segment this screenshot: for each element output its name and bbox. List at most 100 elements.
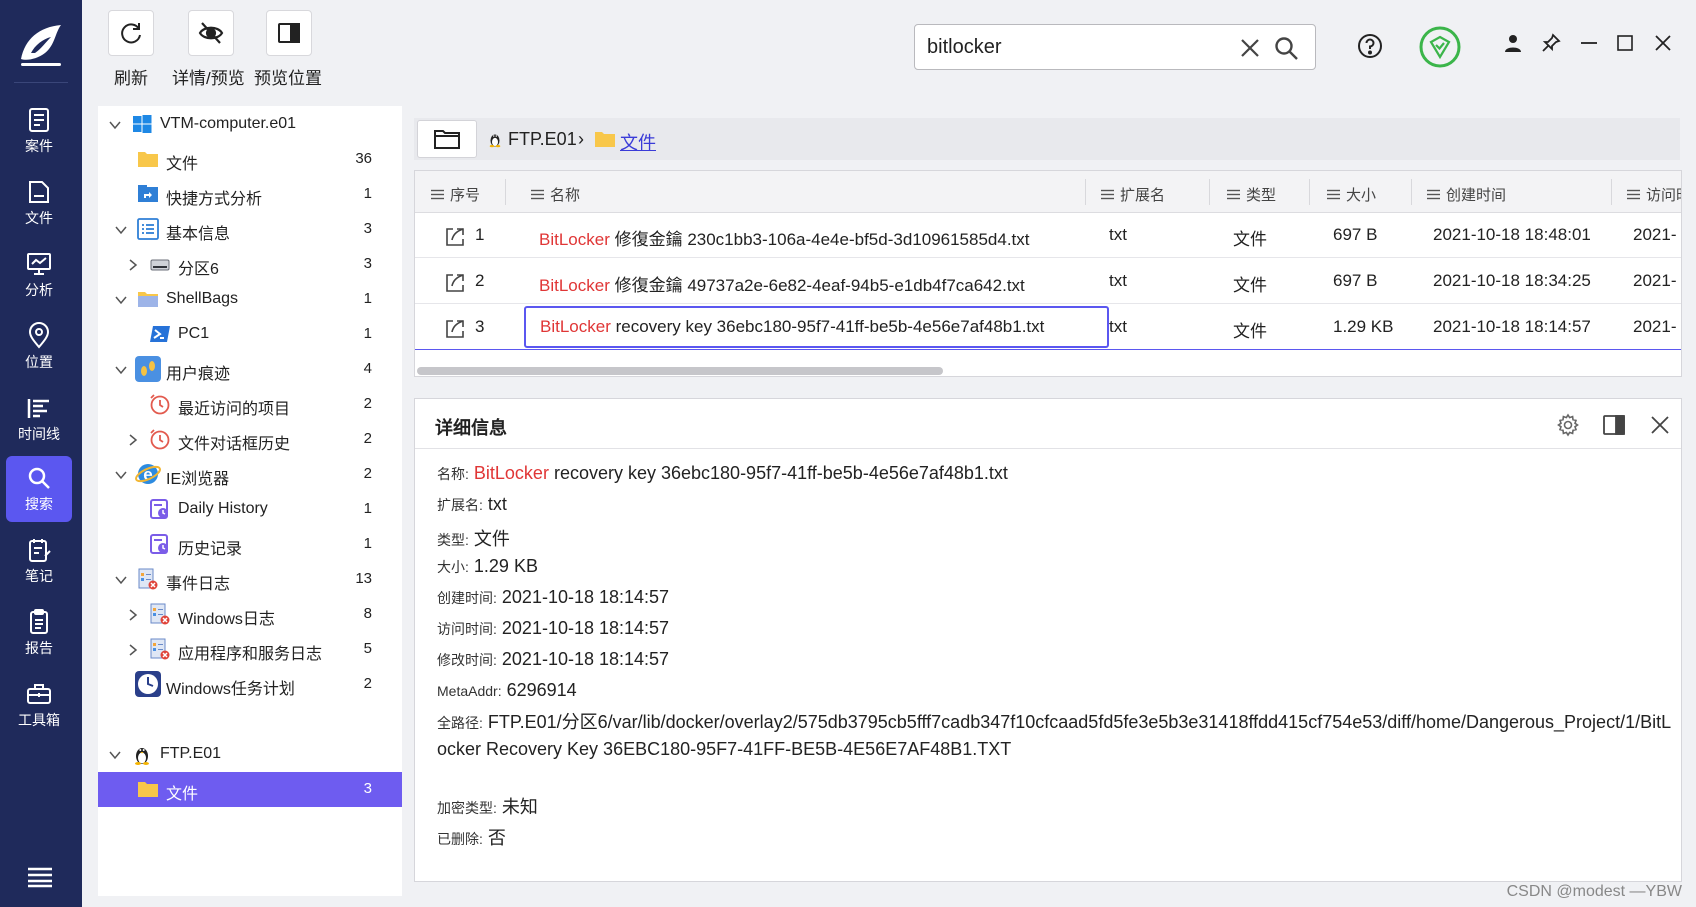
nav-report[interactable]: 报告 — [6, 600, 72, 666]
detail-value: 6296914 — [506, 680, 577, 700]
column-header-type[interactable]: 类型 — [1227, 184, 1276, 205]
nav-analysis[interactable]: 分析 — [6, 242, 72, 308]
column-header-label: 序号 — [450, 187, 481, 204]
column-header-size[interactable]: 大小 — [1327, 184, 1376, 205]
tree-node-windows-logs[interactable]: Windows日志 8 — [98, 597, 402, 632]
details-close-button[interactable] — [1647, 412, 1673, 438]
nav-search[interactable]: 搜索 — [6, 456, 72, 522]
column-header-label: 访问时 — [1646, 187, 1681, 204]
folder-icon — [138, 782, 158, 797]
tree-node-history-records[interactable]: 历史记录 1 — [98, 527, 402, 562]
task-clock-icon — [135, 671, 161, 697]
horizontal-scrollbar[interactable] — [415, 365, 1681, 376]
breadcrumb-current[interactable]: 文件 — [620, 129, 656, 155]
tree-node-app-service-logs[interactable]: 应用程序和服务日志 5 — [98, 632, 402, 667]
chevron-right-icon[interactable] — [126, 643, 140, 657]
chevron-down-icon[interactable] — [108, 748, 122, 762]
tree-node-pc1[interactable]: PC1 1 — [98, 317, 402, 352]
tree-node-files[interactable]: 文件 36 — [98, 142, 402, 177]
chevron-down-icon[interactable] — [114, 363, 128, 377]
nav-case[interactable]: 案件 — [6, 98, 72, 164]
pin-button[interactable] — [1538, 30, 1564, 56]
tree-node-event-logs[interactable]: 事件日志 13 — [98, 562, 402, 597]
column-header-index[interactable]: 序号 — [431, 184, 480, 205]
clear-icon[interactable] — [1238, 36, 1262, 60]
detail-deleted: 已删除: 否 — [437, 824, 506, 850]
chevron-down-icon[interactable] — [108, 118, 122, 132]
tree-node-user-traces[interactable]: 用户痕迹 4 — [98, 352, 402, 387]
detail-preview-button[interactable] — [188, 10, 234, 56]
details-settings-button[interactable] — [1555, 412, 1581, 438]
open-external-icon[interactable] — [443, 317, 467, 341]
table-row-selected[interactable]: 3 BitLocker recovery key 36ebc180-95f7-4… — [415, 305, 1681, 350]
minimize-button[interactable] — [1576, 30, 1602, 56]
nav-notes[interactable]: 笔记 — [6, 528, 72, 594]
help-button[interactable] — [1356, 32, 1384, 60]
chevron-down-icon[interactable] — [114, 223, 128, 237]
table-row[interactable]: 2 BitLocker 修復金鑰 49737a2e-6e82-4eaf-94b5… — [415, 259, 1681, 304]
table-row[interactable]: 1 BitLocker 修復金鑰 230c1bb3-106a-4e4e-bf5d… — [415, 213, 1681, 258]
tree-node-ftp-e01[interactable]: FTP.E01 — [98, 737, 402, 772]
breadcrumb-root[interactable]: FTP.E01 — [508, 129, 577, 150]
column-divider[interactable] — [1309, 179, 1310, 205]
search-input[interactable] — [927, 33, 1227, 61]
browse-folder-button[interactable] — [417, 120, 477, 158]
tree-node-file-dialog-history[interactable]: 文件对话框历史 2 — [98, 422, 402, 457]
tree-node-ftp-files[interactable]: 文件 3 — [98, 772, 402, 807]
detail-created: 创建时间: 2021-10-18 18:14:57 — [437, 587, 669, 608]
tree-node-count: 5 — [363, 640, 372, 657]
nav-file[interactable]: 文件 — [6, 170, 72, 236]
notes-icon — [29, 539, 51, 562]
event-log-icon — [150, 603, 170, 625]
open-external-icon[interactable] — [443, 225, 467, 249]
hamburger-menu-icon[interactable] — [26, 866, 54, 888]
tree-node-count: 13 — [355, 570, 372, 587]
nav-timeline[interactable]: 时间线 — [6, 386, 72, 452]
column-header-accessed[interactable]: 访问时 — [1627, 184, 1681, 205]
tree-node-partition6[interactable]: 分区6 3 — [98, 247, 402, 282]
refresh-button[interactable] — [108, 10, 154, 56]
scrollbar-thumb[interactable] — [417, 367, 943, 375]
nav-toolbox[interactable]: 工具箱 — [6, 672, 72, 738]
maximize-icon — [1617, 35, 1633, 51]
chevron-down-icon[interactable] — [114, 468, 128, 482]
column-divider[interactable] — [1411, 179, 1412, 205]
column-divider[interactable] — [1611, 179, 1612, 205]
column-divider[interactable] — [1209, 179, 1210, 205]
status-button[interactable] — [1418, 25, 1462, 69]
column-header-created[interactable]: 创建时间 — [1427, 184, 1506, 205]
detail-key: 已删除: — [437, 831, 483, 847]
nav-location[interactable]: 位置 — [6, 314, 72, 380]
tree-node-daily-history[interactable]: Daily History 1 — [98, 492, 402, 527]
tree-node-basic-info[interactable]: 基本信息 3 — [98, 212, 402, 247]
tree-node-vtm-computer[interactable]: VTM-computer.e01 — [98, 107, 402, 142]
chevron-right-icon[interactable] — [126, 258, 140, 272]
tree-node-recent-items[interactable]: 最近访问的项目 2 — [98, 387, 402, 422]
maximize-button[interactable] — [1612, 30, 1638, 56]
powershell-icon — [150, 326, 170, 342]
detail-value: 未知 — [501, 797, 538, 817]
search-submit-icon[interactable] — [1273, 35, 1299, 61]
chevron-down-icon[interactable] — [114, 573, 128, 587]
chevron-down-icon[interactable] — [114, 293, 128, 307]
column-divider[interactable] — [505, 179, 506, 205]
tree-node-shortcut-analysis[interactable]: 快捷方式分析 1 — [98, 177, 402, 212]
details-layout-button[interactable] — [1601, 412, 1627, 438]
tree-node-count: 3 — [363, 780, 372, 797]
chevron-right-icon[interactable] — [126, 608, 140, 622]
column-header-extension[interactable]: 扩展名 — [1101, 184, 1165, 205]
close-window-button[interactable] — [1650, 30, 1676, 56]
preview-position-button[interactable] — [266, 10, 312, 56]
cell-name-focused[interactable]: BitLocker recovery key 36ebc180-95f7-41f… — [524, 306, 1109, 348]
name-rest: recovery key 36ebc180-95f7-41ff-be5b-4e5… — [610, 317, 1045, 336]
tree-node-task-scheduler[interactable]: Windows任务计划 2 — [98, 667, 402, 702]
open-external-icon[interactable] — [443, 271, 467, 295]
chevron-right-icon[interactable] — [126, 433, 140, 447]
column-divider[interactable] — [1085, 179, 1086, 205]
cell-accessed: 2021- — [1633, 317, 1677, 336]
detail-name: 名称: BitLocker recovery key 36ebc180-95f7… — [437, 463, 1008, 484]
tree-node-ie-browser[interactable]: e IE浏览器 2 — [98, 457, 402, 492]
column-header-name[interactable]: 名称 — [531, 184, 580, 205]
user-button[interactable] — [1500, 30, 1526, 56]
tree-node-shellbags[interactable]: ShellBags 1 — [98, 282, 402, 317]
